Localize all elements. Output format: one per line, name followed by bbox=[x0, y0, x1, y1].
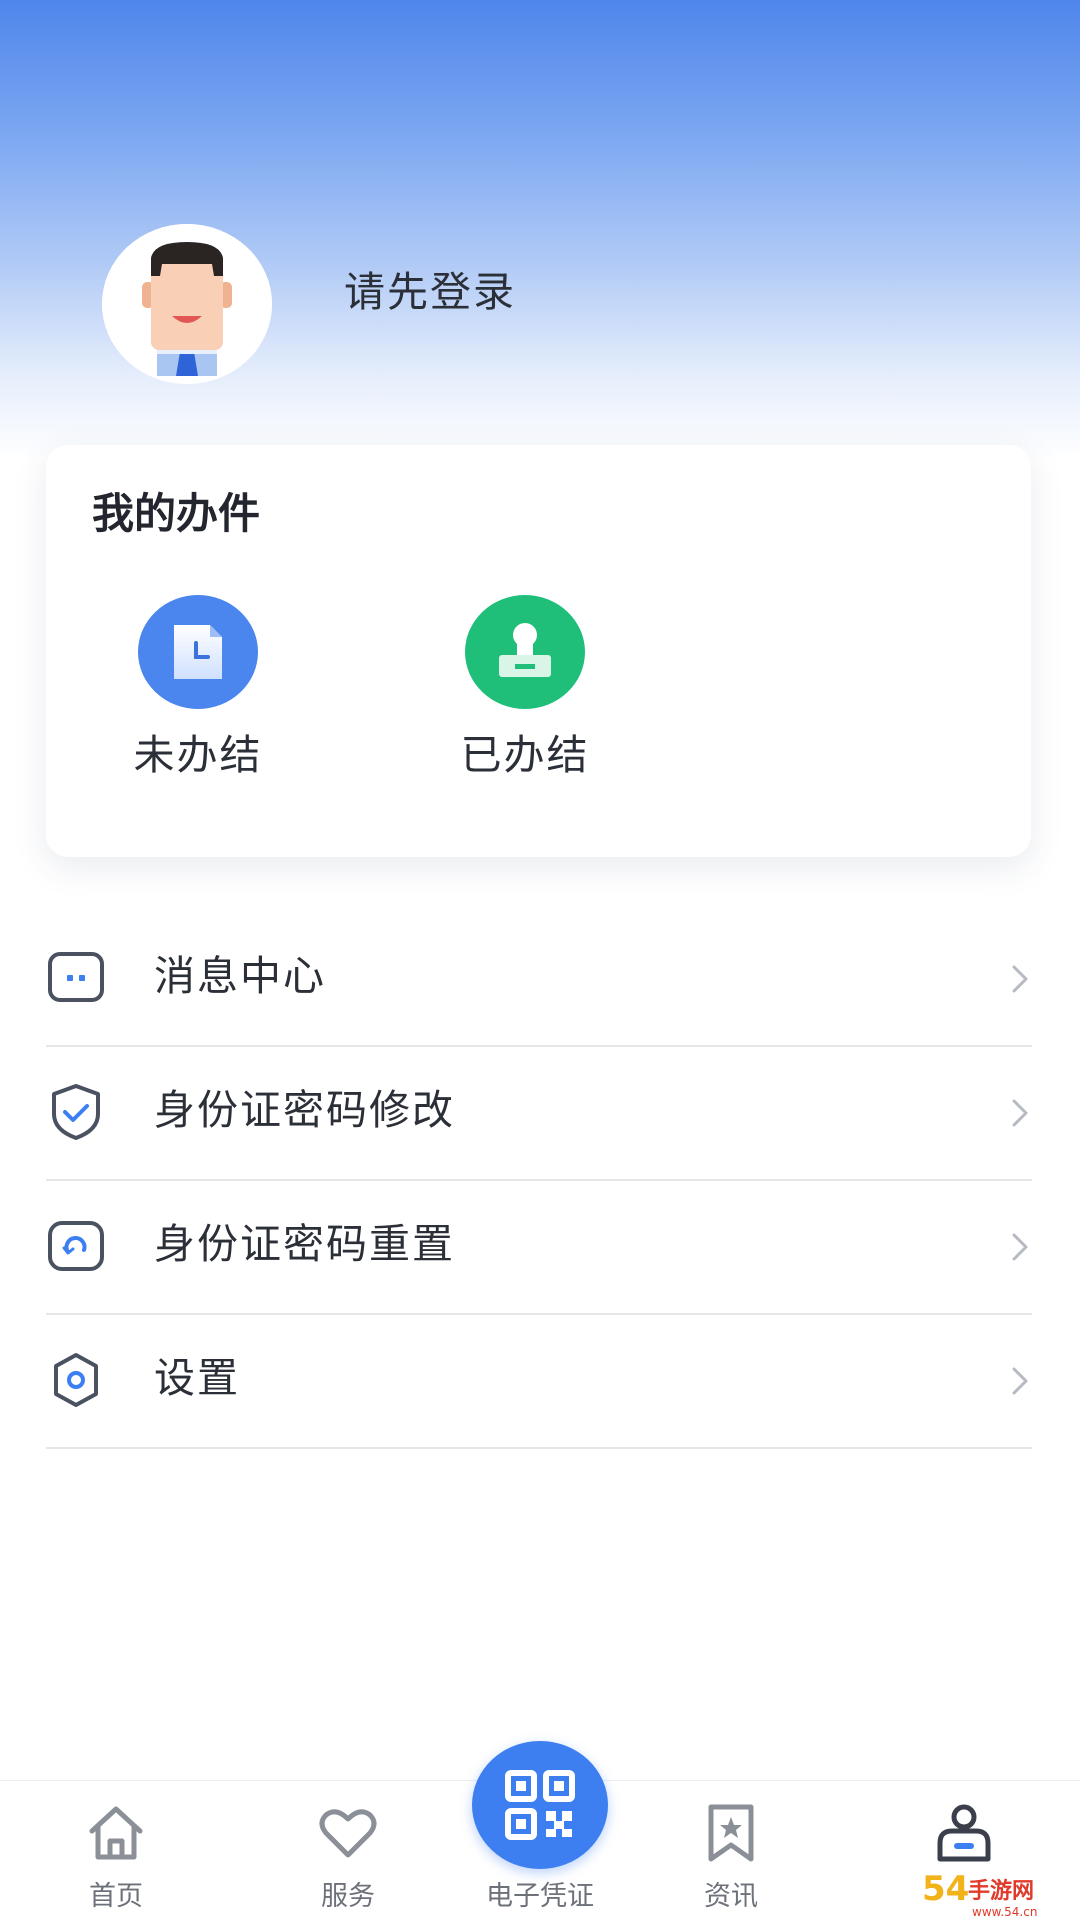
watermark-logo: 54 手游网 www.54.cn bbox=[920, 1860, 1080, 1920]
menu-item-label: 身份证密码重置 bbox=[154, 1220, 455, 1268]
message-icon bbox=[46, 948, 106, 1008]
svg-text:手游网: 手游网 bbox=[968, 1878, 1034, 1904]
profile-icon bbox=[932, 1801, 996, 1865]
tab-label: 电子凭证 bbox=[486, 1881, 594, 1912]
qr-code-icon bbox=[505, 1770, 575, 1840]
avatar[interactable] bbox=[102, 224, 272, 384]
menu-item-label: 设置 bbox=[154, 1354, 240, 1402]
chevron-right-icon bbox=[1008, 1229, 1032, 1265]
shield-check-icon bbox=[46, 1082, 106, 1142]
svg-text:www.54.cn: www.54.cn bbox=[972, 1905, 1037, 1919]
home-icon bbox=[84, 1801, 148, 1865]
menu-item-settings[interactable]: 设置 bbox=[46, 1313, 1032, 1449]
task-item-pending[interactable]: 未办结 bbox=[108, 595, 288, 795]
task-item-label: 未办结 bbox=[133, 731, 263, 779]
menu-item-id-password-change[interactable]: 身份证密码修改 bbox=[46, 1045, 1032, 1181]
task-item-label: 已办结 bbox=[460, 731, 590, 779]
stamp-icon bbox=[465, 595, 585, 709]
task-item-completed[interactable]: 已办结 bbox=[435, 595, 615, 795]
reset-icon bbox=[46, 1216, 106, 1276]
tab-home[interactable]: 首页 bbox=[36, 1801, 196, 1920]
gear-icon bbox=[46, 1350, 106, 1410]
menu-item-label: 消息中心 bbox=[154, 952, 326, 1000]
chevron-right-icon bbox=[1008, 961, 1032, 997]
svg-text:54: 54 bbox=[922, 1869, 969, 1909]
menu-item-label: 身份证密码修改 bbox=[154, 1086, 455, 1134]
tab-label: 服务 bbox=[321, 1881, 375, 1912]
avatar-illustration bbox=[102, 224, 272, 384]
menu-item-id-password-reset[interactable]: 身份证密码重置 bbox=[46, 1179, 1032, 1315]
tab-news[interactable]: 资讯 bbox=[651, 1801, 811, 1920]
heart-icon bbox=[316, 1801, 380, 1865]
tab-services[interactable]: 服务 bbox=[268, 1801, 428, 1920]
my-tasks-card: 我的办件 未办结 已办结 bbox=[46, 445, 1031, 857]
e-voucher-button[interactable] bbox=[472, 1741, 608, 1869]
tab-label: 首页 bbox=[89, 1881, 143, 1912]
my-tasks-title: 我的办件 bbox=[92, 489, 261, 538]
document-clock-icon bbox=[138, 595, 258, 709]
chevron-right-icon bbox=[1008, 1095, 1032, 1131]
login-prompt[interactable]: 请先登录 bbox=[344, 272, 516, 313]
chevron-right-icon bbox=[1008, 1363, 1032, 1399]
bookmark-star-icon bbox=[699, 1801, 763, 1865]
menu-item-messages[interactable]: 消息中心 bbox=[46, 911, 1032, 1047]
profile-page: 请先登录 我的办件 未办结 已办结 消息中心 身份证密码修改 身份证密码重置 设… bbox=[0, 0, 1080, 1920]
tab-label: 资讯 bbox=[704, 1881, 758, 1912]
